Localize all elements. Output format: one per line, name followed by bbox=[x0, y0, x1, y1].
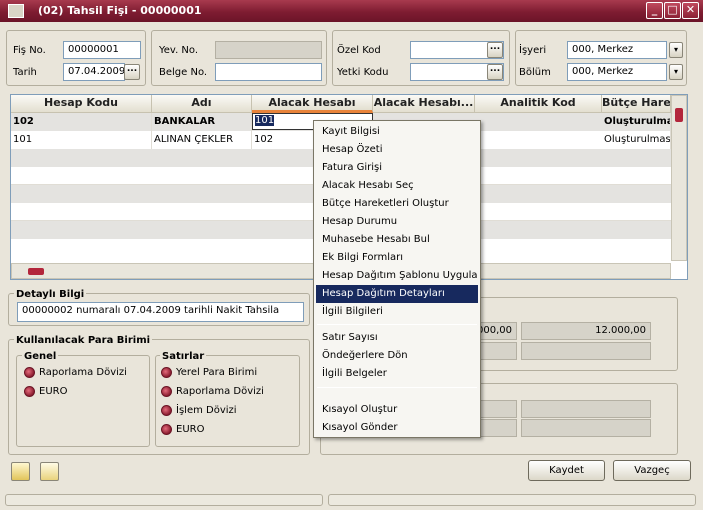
radio-satir-euro[interactable] bbox=[161, 424, 172, 435]
fis-no-label: Fiş No. bbox=[13, 45, 46, 56]
status-bar-right bbox=[328, 494, 696, 506]
cell-hesap-kodu: 102 bbox=[11, 113, 152, 131]
total-field-6 bbox=[521, 400, 651, 418]
vazgec-button[interactable]: Vazgeç bbox=[613, 460, 691, 481]
genel-option-label: EURO bbox=[39, 386, 68, 397]
menu-item-butce-hareketleri[interactable]: Bütçe Hareketleri Oluştur bbox=[316, 195, 478, 213]
total-field-8 bbox=[521, 419, 651, 437]
radio-genel-raporlama[interactable] bbox=[24, 367, 35, 378]
total-field-4 bbox=[521, 342, 651, 360]
menu-item-kisayol-olustur[interactable]: Kısayol Oluştur bbox=[316, 401, 478, 419]
tarih-input[interactable]: 07.04.2009 bbox=[63, 63, 125, 81]
radio-satir-yerel[interactable] bbox=[161, 367, 172, 378]
title-bar: (02) Tahsil Fişi - 00000001 _ □ ✕ bbox=[0, 0, 703, 22]
menu-item-ilgili-belgeler[interactable]: İlgili Belgeler bbox=[316, 365, 478, 383]
bolum-label: Bölüm bbox=[519, 67, 551, 78]
col-alacak-hesabi-2[interactable]: Alacak Hesabı... bbox=[373, 95, 475, 113]
isyeri-dropdown-icon[interactable]: ▾ bbox=[669, 42, 683, 58]
menu-item-kayit-bilgisi[interactable]: Kayıt Bilgisi bbox=[316, 123, 478, 141]
bolum-dropdown-icon[interactable]: ▾ bbox=[669, 64, 683, 80]
satir-option-label: Yerel Para Birimi bbox=[176, 367, 258, 378]
cell-alacak-value: 101 bbox=[255, 115, 275, 126]
menu-item-fatura-girisi[interactable]: Fatura Girişi bbox=[316, 159, 478, 177]
belge-no-label: Belge No. bbox=[159, 67, 208, 78]
vertical-scroll-thumb[interactable] bbox=[675, 108, 683, 122]
tarih-label: Tarih bbox=[13, 67, 37, 78]
menu-item-hesap-durumu[interactable]: Hesap Durumu bbox=[316, 213, 478, 231]
total-field-2: 12.000,00 bbox=[521, 322, 651, 340]
cell-butce: Oluşturulma bbox=[602, 113, 671, 131]
close-button[interactable]: ✕ bbox=[682, 2, 699, 19]
menu-item-hesap-dagitim-sablonu[interactable]: Hesap Dağıtım Şablonu Uygula bbox=[316, 267, 478, 285]
maximize-button[interactable]: □ bbox=[664, 2, 681, 19]
menu-separator bbox=[317, 387, 477, 388]
yetki-kodu-label: Yetki Kodu bbox=[337, 67, 389, 78]
cell-butce: Oluşturulmasın bbox=[602, 131, 671, 149]
radio-satir-islem[interactable] bbox=[161, 405, 172, 416]
grid-vertical-scrollbar[interactable] bbox=[671, 95, 687, 261]
menu-item-muhasebe-hesabi-bul[interactable]: Muhasebe Hesabı Bul bbox=[316, 231, 478, 249]
yev-no-label: Yev. No. bbox=[159, 45, 199, 56]
tarih-lookup-button[interactable]: ... bbox=[124, 64, 140, 80]
col-alacak-hesabi[interactable]: Alacak Hesabı bbox=[252, 95, 373, 113]
yetki-kodu-lookup-button[interactable]: ... bbox=[487, 64, 503, 80]
bolum-select[interactable]: 000, Merkez bbox=[567, 63, 667, 81]
genel-title: Genel bbox=[22, 351, 59, 362]
menu-separator bbox=[317, 324, 477, 325]
menu-item-hesap-ozeti[interactable]: Hesap Özeti bbox=[316, 141, 478, 159]
genel-option-label: Raporlama Dövizi bbox=[39, 367, 127, 378]
menu-item-alacak-hesabi-sec[interactable]: Alacak Hesabı Seç bbox=[316, 177, 478, 195]
fis-no-input[interactable]: 00000001 bbox=[63, 41, 141, 59]
menu-item-hesap-dagitim-detaylari[interactable]: Hesap Dağıtım Detayları bbox=[316, 285, 478, 303]
minimize-button[interactable]: _ bbox=[646, 2, 663, 19]
notes-icon[interactable] bbox=[40, 462, 59, 481]
horizontal-scroll-thumb[interactable] bbox=[28, 268, 44, 275]
ozel-kod-lookup-button[interactable]: ... bbox=[487, 42, 503, 58]
satir-option-label: İşlem Dövizi bbox=[176, 405, 237, 416]
satir-option-label: Raporlama Dövizi bbox=[176, 386, 264, 397]
menu-item-satir-sayisi[interactable]: Satır Sayısı bbox=[316, 329, 478, 347]
cell-adi: ALINAN ÇEKLER bbox=[152, 131, 252, 149]
menu-item-ek-bilgi-formlari[interactable]: Ek Bilgi Formları bbox=[316, 249, 478, 267]
app-icon bbox=[8, 4, 24, 18]
cell-hesap-kodu: 101 bbox=[11, 131, 152, 149]
isyeri-select[interactable]: 000, Merkez bbox=[567, 41, 667, 59]
menu-item-ilgili-bilgileri[interactable]: İlgili Bilgileri bbox=[316, 303, 478, 321]
status-bar-left bbox=[5, 494, 323, 506]
kaydet-button[interactable]: Kaydet bbox=[528, 460, 605, 481]
col-analitik-kod[interactable]: Analitik Kod bbox=[475, 95, 602, 113]
context-menu: Kayıt Bilgisi Hesap Özeti Fatura Girişi … bbox=[313, 120, 481, 438]
menu-item-ondegerlere-don[interactable]: Öndeğerlere Dön bbox=[316, 347, 478, 365]
ozel-kod-label: Özel Kod bbox=[337, 45, 381, 56]
currency-title: Kullanılacak Para Birimi bbox=[14, 335, 153, 346]
detail-input[interactable]: 00000002 numaralı 07.04.2009 tarihli Nak… bbox=[17, 302, 304, 322]
detail-title: Detaylı Bilgi bbox=[14, 289, 87, 300]
belge-no-input[interactable] bbox=[215, 63, 322, 81]
edit-icon[interactable] bbox=[11, 462, 30, 481]
yev-no-input bbox=[215, 41, 322, 59]
col-adi[interactable]: Adı bbox=[152, 95, 252, 113]
satir-option-label: EURO bbox=[176, 424, 205, 435]
radio-genel-euro[interactable] bbox=[24, 386, 35, 397]
window-title: (02) Tahsil Fişi - 00000001 bbox=[38, 4, 202, 17]
cell-adi: BANKALAR bbox=[152, 113, 252, 131]
radio-satir-raporlama[interactable] bbox=[161, 386, 172, 397]
col-hesap-kodu[interactable]: Hesap Kodu bbox=[11, 95, 152, 113]
menu-item-kisayol-gonder[interactable]: Kısayol Gönder bbox=[316, 419, 478, 437]
satirlar-title: Satırlar bbox=[160, 351, 207, 362]
col-butce-hare[interactable]: Bütçe Hare bbox=[602, 95, 671, 113]
isyeri-label: İşyeri bbox=[519, 45, 547, 56]
